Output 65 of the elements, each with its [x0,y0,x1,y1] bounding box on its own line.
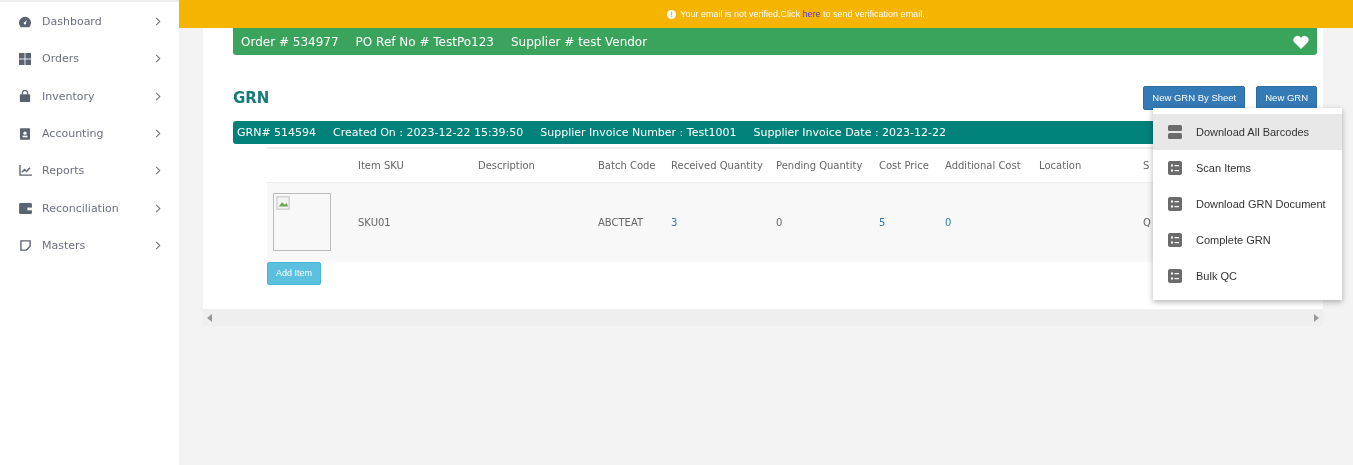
list-icon [1168,197,1182,211]
gauge-icon [18,15,32,28]
grn-info: Supplier Invoice Number : Test1001 [540,126,737,139]
table-cell[interactable]: 0 [945,216,952,228]
sidebar-item[interactable]: Reconciliation [0,189,179,227]
menu-item[interactable]: Download All Barcodes [1153,114,1342,150]
column-header: Pending Quantity [776,160,863,171]
table-cell: SKU01 [358,216,391,228]
scroll-left-icon[interactable] [207,313,212,322]
chevron-icon [155,166,161,176]
column-header: Item SKU [358,160,404,171]
table-cell[interactable]: 3 [671,216,678,228]
menu-item[interactable]: Complete GRN [1153,222,1342,258]
list-icon [1168,161,1182,175]
banner-message: Your email is not verified.Click here to send verification email. [680,9,925,19]
chevron-icon [155,17,161,27]
list-icon [1168,233,1182,247]
info-icon [667,9,677,19]
id-card-icon [18,127,32,140]
menu-item[interactable]: Download GRN Document [1153,186,1342,222]
chevron-icon [155,91,161,101]
sidebar-item[interactable]: Masters [0,226,179,265]
column-header: Cost Price [879,160,929,171]
order-info: Order # 534977 [241,34,339,49]
sidebar-item[interactable]: Dashboard [0,3,179,41]
sidebar-item[interactable]: Orders [0,40,179,78]
table-cell: ABCTEAT [598,216,644,228]
grn-info: Created On : 2023-12-22 15:39:50 [333,126,524,139]
chevron-icon [155,129,161,139]
scroll-right-icon[interactable] [1314,313,1319,322]
menu-item[interactable]: Scan Items [1153,150,1342,186]
chart-icon [18,165,32,177]
verify-link[interactable]: here [802,9,821,19]
table-cell: 0 [776,216,783,228]
column-header: Location [1039,160,1082,171]
heart-icon [1293,34,1309,49]
chevron-icon [155,54,161,64]
primary-button[interactable]: New GRN By Sheet [1143,85,1246,110]
chevron-icon [155,240,161,250]
column-header: Additional Cost [945,160,1021,171]
sidebar-item[interactable]: Reports [0,152,179,190]
column-header: S [1143,160,1150,171]
broken-image-icon [273,193,331,252]
table-cell[interactable]: 5 [879,216,886,228]
grn-info: GRN# 514594 [237,126,317,139]
sidebar-item[interactable]: Inventory [0,77,179,115]
order-info: Supplier # test Vendor [511,34,648,49]
stacked-bars-icon [1168,125,1182,139]
table-cell: Q [1143,216,1151,228]
column-header: Description [478,160,535,171]
menu-item[interactable]: Bulk QC [1153,258,1342,294]
list-icon [1168,269,1182,283]
horizontal-scrollbar[interactable] [203,309,1323,326]
wallet-icon [18,202,32,214]
primary-button[interactable]: New GRN [1256,85,1317,110]
bag-icon [18,90,32,103]
order-info: PO Ref No # TestPo123 [355,34,494,49]
grid-icon [18,52,32,65]
grn-info: Supplier Invoice Date : 2023-12-22 [753,126,947,139]
column-header: Batch Code [598,160,656,171]
section-title: GRN [233,88,270,107]
chevron-icon [155,203,161,213]
note-icon [18,239,32,251]
column-header: Received Quantity [671,160,763,171]
sidebar-item[interactable]: Accounting [0,114,179,153]
